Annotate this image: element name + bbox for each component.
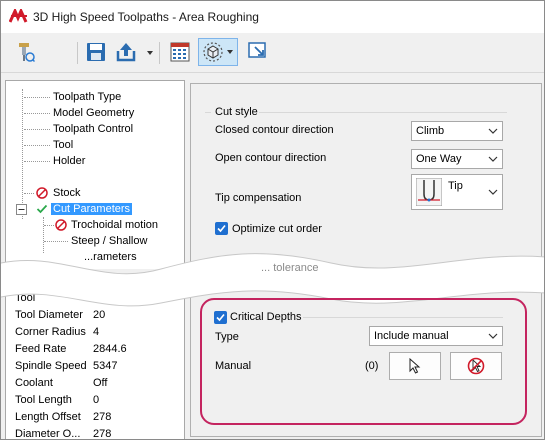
- app-logo-icon: [9, 9, 28, 23]
- cube-view-icon: [203, 42, 223, 62]
- collapse-icon[interactable]: [16, 204, 27, 215]
- manual-label: Manual: [215, 360, 252, 372]
- cut-style-group-title: Cut style: [215, 106, 258, 118]
- quick-view-value: 20: [93, 309, 106, 321]
- quick-view-value: 2844.6: [93, 343, 127, 355]
- quick-view-value: 4: [93, 326, 100, 338]
- title-bar: 3D High Speed Toolpaths - Area Roughing: [1, 1, 544, 33]
- closed-contour-label: Closed contour direction: [215, 124, 334, 136]
- tool-library-icon: [19, 43, 35, 63]
- quick-view-value: END MILL WI...: [93, 292, 169, 304]
- critical-depths-title: Critical Depths: [230, 311, 302, 323]
- quick-view-key: Tool Length: [15, 394, 72, 406]
- quick-view-key: Spindle Speed: [15, 360, 87, 372]
- calculator-icon: [170, 42, 190, 62]
- save-icon: [87, 43, 105, 61]
- quick-view-key: Tool: [15, 292, 36, 304]
- open-contour-select[interactable]: One Way: [411, 149, 503, 169]
- quick-view-key: Feed Rate: [15, 343, 67, 355]
- tree-item-toolpath-control[interactable]: Toolpath Control: [53, 122, 133, 137]
- open-contour-label: Open contour direction: [215, 152, 327, 164]
- resize-window-button[interactable]: [245, 39, 271, 65]
- pick-depth-button[interactable]: [389, 352, 441, 380]
- critical-depths-type-select[interactable]: Include manual: [369, 326, 503, 346]
- optimize-cut-order-checkbox[interactable]: [215, 222, 228, 235]
- tree-item-toolpath-type[interactable]: Toolpath Type: [53, 90, 121, 105]
- tip-compensation-label: Tip compensation: [215, 192, 302, 204]
- quick-view-key: Length Offset: [15, 411, 81, 423]
- closed-contour-select[interactable]: Climb: [411, 121, 503, 141]
- quick-view-header: Quick View Settings: [5, 269, 187, 285]
- type-label: Type: [215, 331, 239, 343]
- chevron-down-icon: [488, 333, 498, 339]
- tree-item-holder[interactable]: Holder: [53, 154, 85, 169]
- quick-view-value: 278: [93, 411, 112, 423]
- quick-view-value: 0: [93, 394, 100, 406]
- optimize-cut-order-label: Optimize cut order: [232, 223, 322, 235]
- export-button[interactable]: [113, 39, 139, 65]
- quick-view-value: 5347: [93, 360, 118, 372]
- quick-view-value: 278: [93, 428, 112, 440]
- tip-compensation-select[interactable]: Tip: [411, 174, 503, 210]
- tree-item-label: Cut Parameters: [51, 203, 133, 215]
- closed-contour-value: Climb: [416, 125, 445, 137]
- check-icon: [36, 204, 48, 214]
- cursor-arrow-icon: [409, 358, 421, 374]
- checkmark-icon: [217, 224, 226, 233]
- quick-view-key: Corner Radius: [15, 326, 86, 338]
- critical-depths-type-value: Include manual: [374, 330, 449, 342]
- tool-tip-icon: [416, 178, 442, 206]
- trochoidal-warning-icon: [55, 219, 67, 231]
- resize-window-icon: [248, 42, 266, 58]
- checkmark-icon: [216, 313, 225, 322]
- manual-count: (0): [365, 360, 379, 372]
- stock-warning-icon: [36, 187, 48, 199]
- chevron-down-icon[interactable]: [146, 49, 154, 57]
- tool-library-button[interactable]: [11, 39, 37, 65]
- toolbar: [1, 34, 544, 73]
- toolbar-separator: [159, 42, 160, 64]
- clear-depths-button[interactable]: [450, 352, 502, 380]
- chevron-down-icon: [488, 128, 498, 134]
- quick-view-key: Coolant: [15, 377, 53, 389]
- critical-depths-checkbox[interactable]: [214, 311, 227, 324]
- calculator-button[interactable]: [167, 39, 193, 65]
- toolbar-separator: [77, 42, 78, 64]
- tree-item-tool[interactable]: Tool: [53, 138, 73, 153]
- no-cursor-icon: [467, 357, 485, 375]
- tree-item-steep-shallow[interactable]: Steep / Shallow: [71, 234, 147, 249]
- dialog-window: 3D High Speed Toolpaths - Area Roughing: [0, 0, 545, 440]
- tree-item-trochoidal-motion[interactable]: Trochoidal motion: [71, 218, 158, 233]
- quick-view-key: Tool Diameter: [15, 309, 83, 321]
- tree-item-cut-parameters[interactable]: Cut Parameters: [51, 202, 133, 217]
- chevron-down-icon: [227, 50, 233, 54]
- tree-item-stock[interactable]: Stock: [53, 186, 81, 201]
- tree-item-model-geometry[interactable]: Model Geometry: [53, 106, 134, 121]
- tip-compensation-value: Tip: [448, 180, 463, 192]
- simulate-view-button[interactable]: [198, 38, 238, 66]
- quick-view-key: Diameter O...: [15, 428, 81, 440]
- chevron-down-icon: [488, 189, 498, 195]
- chevron-down-icon: [488, 156, 498, 162]
- tolerance-label: ... tolerance: [261, 262, 319, 274]
- export-icon: [116, 43, 136, 62]
- quick-view-value: Off: [93, 377, 108, 389]
- window-title: 3D High Speed Toolpaths - Area Roughing: [33, 10, 259, 24]
- open-contour-value: One Way: [416, 153, 462, 165]
- tree-item-parameters[interactable]: ...rameters: [84, 250, 137, 265]
- save-button[interactable]: [83, 39, 109, 65]
